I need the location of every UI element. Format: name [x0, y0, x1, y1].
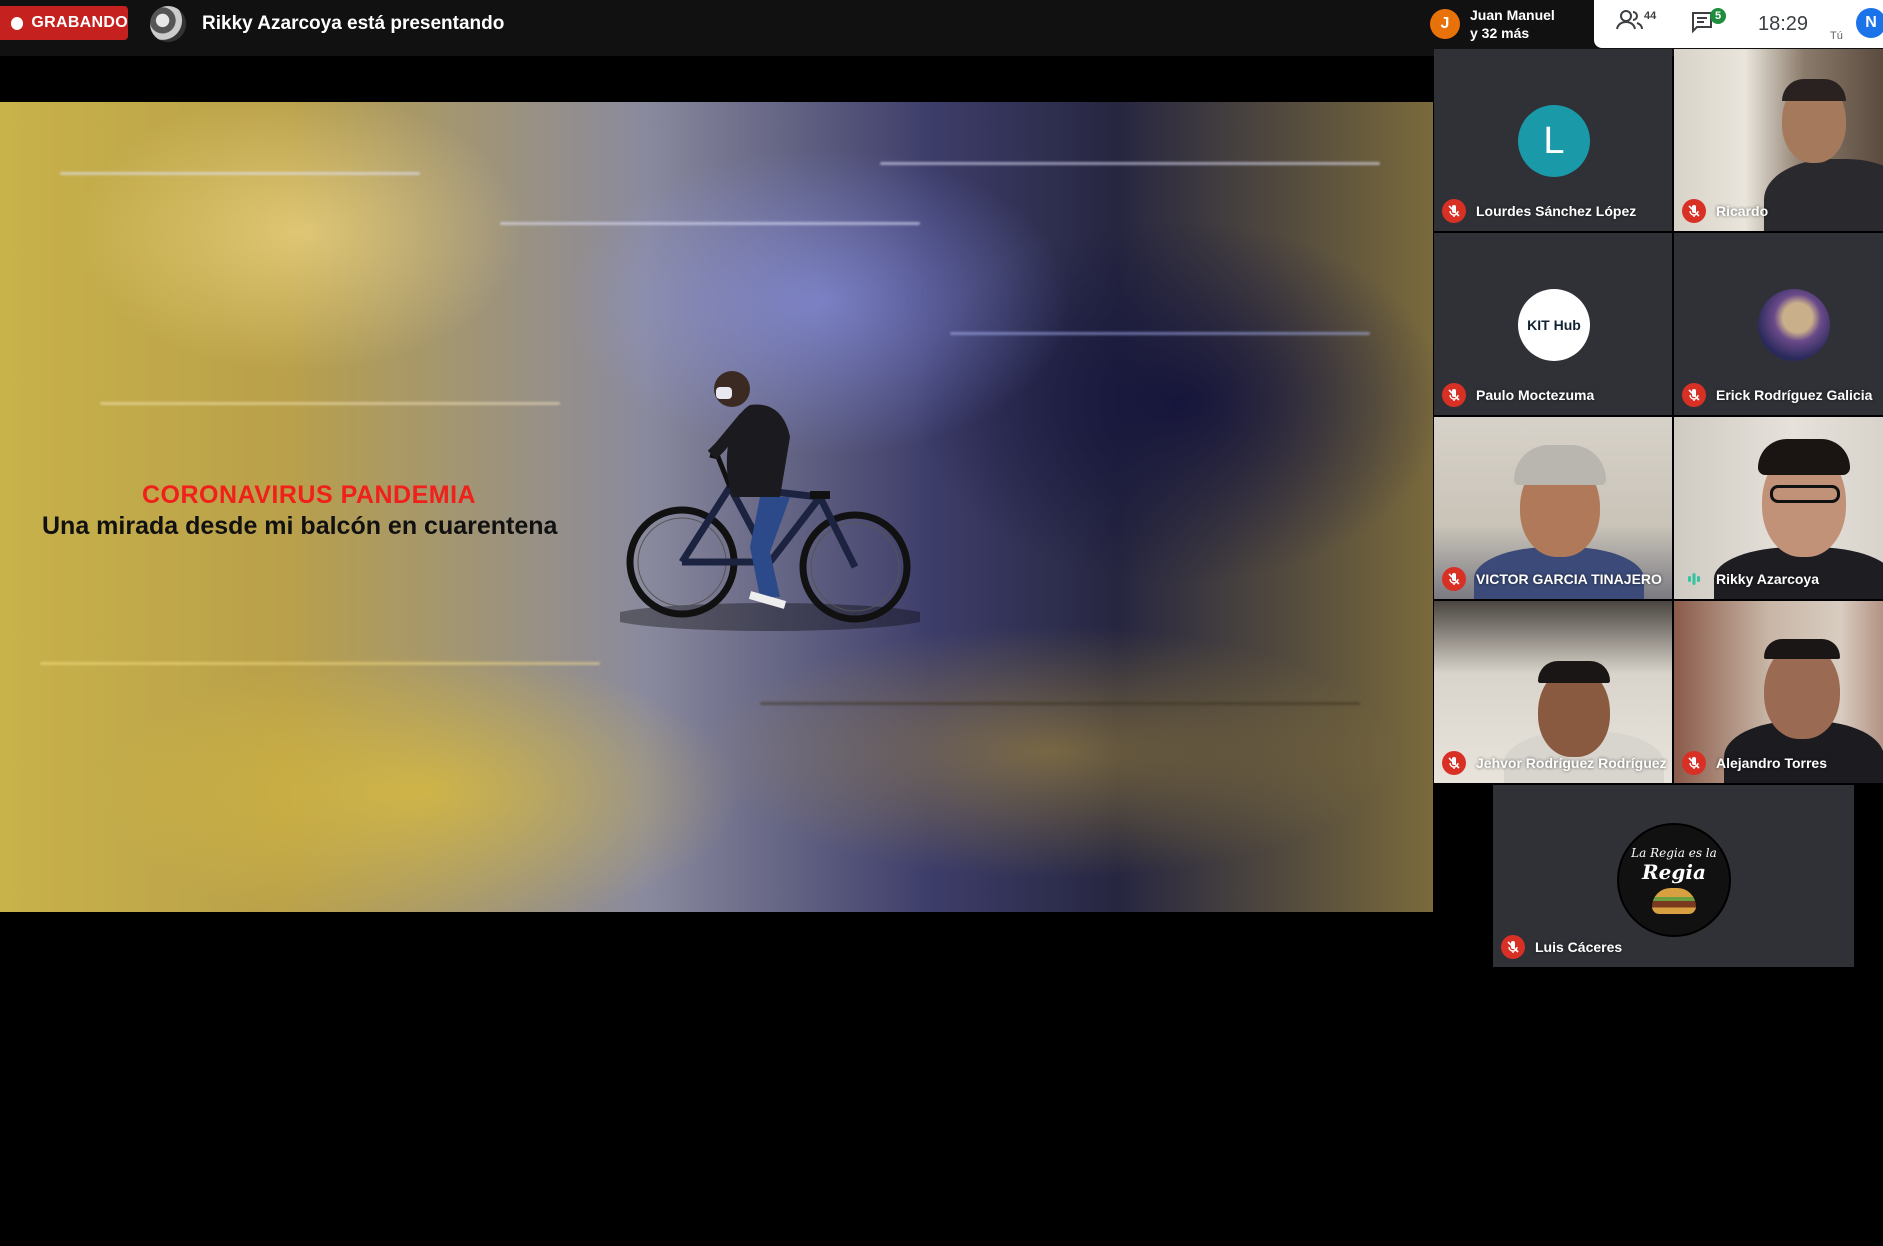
- participant-name: Rikky Azarcoya: [1716, 571, 1819, 587]
- mic-off-icon: [1682, 199, 1706, 223]
- avatar: KIT Hub: [1518, 289, 1590, 361]
- top-bar: GRABANDO Rikky Azarcoya está presentando…: [0, 0, 1883, 56]
- clock: 18:29: [1758, 13, 1809, 35]
- participant-tile[interactable]: Erick Rodríguez Galicia: [1674, 233, 1883, 415]
- light-streak: [880, 162, 1380, 165]
- participant-name: Paulo Moctezuma: [1476, 387, 1595, 403]
- video-hair: [1758, 439, 1850, 475]
- avatar: L: [1518, 105, 1590, 177]
- avatar: La Regia es la Regia: [1617, 823, 1731, 937]
- slide-title: CORONAVIRUS PANDEMIA: [142, 481, 477, 509]
- avatar: J: [1430, 9, 1460, 39]
- participant-name: Erick Rodríguez Galicia: [1716, 387, 1873, 403]
- presenter-avatar: [150, 6, 186, 42]
- mic-off-icon: [1682, 751, 1706, 775]
- presentation-slide: CORONAVIRUS PANDEMIA Una mirada desde mi…: [0, 102, 1433, 912]
- participant-name: Lourdes Sánchez López: [1476, 203, 1637, 219]
- video-glasses: [1770, 485, 1840, 503]
- participant-tile[interactable]: Ricardo: [1674, 49, 1883, 231]
- recording-badge[interactable]: GRABANDO: [0, 6, 128, 40]
- mic-off-icon: [1682, 383, 1706, 407]
- light-streak: [760, 702, 1360, 705]
- participant-tile[interactable]: Rikky Azarcoya: [1674, 417, 1883, 599]
- burger-icon: [1652, 888, 1696, 914]
- people-count: 44: [1644, 10, 1657, 22]
- light-streak: [950, 332, 1370, 335]
- participant-video: [1674, 49, 1883, 231]
- slide-subtitle: Una mirada desde mi balcón en cuarentena: [42, 512, 558, 540]
- avatar: [1758, 289, 1830, 361]
- light-streak: [40, 662, 600, 665]
- recording-dot-icon: [11, 16, 24, 30]
- light-streak: [100, 402, 560, 405]
- video-hair: [1782, 79, 1846, 101]
- participant-name: Ricardo: [1716, 203, 1769, 219]
- light-streak: [500, 222, 920, 225]
- participants-chip[interactable]: J Juan Manuel y 32 más: [1424, 0, 1594, 48]
- video-hair: [1764, 639, 1840, 659]
- presentation-stage: CORONAVIRUS PANDEMIA Una mirada desde mi…: [0, 56, 1433, 958]
- participant-name: VICTOR GARCIA TINAJERO: [1476, 571, 1662, 587]
- mic-off-icon: [1442, 199, 1466, 223]
- mic-off-icon: [1442, 751, 1466, 775]
- light-streak: [60, 172, 420, 175]
- people-icon[interactable]: [1616, 8, 1644, 37]
- participant-name: Luis Cáceres: [1535, 939, 1623, 955]
- self-label: Tú: [1830, 30, 1843, 42]
- participant-tile[interactable]: L Lourdes Sánchez López: [1434, 49, 1672, 231]
- recording-label: GRABANDO: [31, 14, 128, 31]
- mic-off-icon: [1501, 935, 1525, 959]
- participant-tile[interactable]: Jehvor Rodríguez Rodríguez: [1434, 601, 1672, 783]
- participant-tile[interactable]: La Regia es la Regia Luis Cáceres: [1493, 785, 1854, 967]
- logo-line: La Regia es la: [1631, 846, 1717, 860]
- speaking-icon: [1684, 569, 1704, 589]
- video-body: [1764, 159, 1883, 231]
- chat-count-badge: 5: [1710, 8, 1726, 24]
- participant-tile[interactable]: Alejandro Torres: [1674, 601, 1883, 783]
- mic-off-icon: [1442, 383, 1466, 407]
- participants-chip-label: Juan Manuel y 32 más: [1470, 6, 1555, 42]
- logo-line: Regia: [1642, 860, 1706, 884]
- mic-off-icon: [1442, 567, 1466, 591]
- participants-chip-line1: Juan Manuel: [1470, 7, 1555, 23]
- participant-tile[interactable]: VICTOR GARCIA TINAJERO: [1434, 417, 1672, 599]
- participant-name: Jehvor Rodríguez Rodríguez: [1476, 755, 1667, 771]
- participant-tile[interactable]: KIT Hub Paulo Moctezuma: [1434, 233, 1672, 415]
- participants-chip-line2: y 32 más: [1470, 25, 1530, 41]
- cyclist-image: [620, 371, 920, 631]
- video-hair: [1538, 661, 1610, 683]
- video-cap: [1514, 445, 1606, 485]
- toolbar-panel: 44 5 18:29 Tú N: [1594, 0, 1883, 48]
- participant-name: Alejandro Torres: [1716, 755, 1827, 771]
- presenter-status: Rikky Azarcoya está presentando: [202, 13, 505, 34]
- self-avatar[interactable]: N: [1856, 8, 1883, 38]
